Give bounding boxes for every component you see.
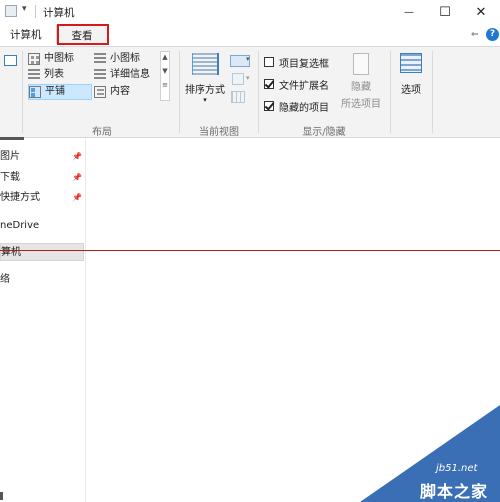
hidden-items-option[interactable]: 隐藏的项目 <box>264 95 344 117</box>
nav-item-onedrive-label: neDrive <box>0 220 40 231</box>
content-icon <box>94 86 106 98</box>
nav-item-partial[interactable] <box>0 135 30 143</box>
add-columns-chevron-icon[interactable]: ▾ <box>246 74 250 82</box>
list-icon <box>28 69 40 81</box>
hide-label: 隐藏 <box>351 82 371 93</box>
file-extensions-checkbox[interactable] <box>264 79 274 89</box>
layout-tiles[interactable]: 平铺 <box>28 84 92 100</box>
collapse-ribbon-icon[interactable]: ⇐ <box>471 30 479 40</box>
preview-pane-icon[interactable] <box>4 55 17 66</box>
layout-content[interactable]: 内容 <box>94 84 164 100</box>
layout-small-icons[interactable]: 小图标 <box>94 51 164 67</box>
window-title: 计算机 <box>43 7 75 19</box>
nav-item-downloads-label: 下载 <box>0 172 20 183</box>
hide-selected-icon <box>353 53 369 75</box>
layout-list[interactable]: 列表 <box>28 67 92 83</box>
show-hide-group-label: 显示/隐藏 <box>302 127 346 138</box>
layout-scrollbar[interactable]: ▲ ▼ ≡ <box>160 51 170 101</box>
pin-icon[interactable]: 📌 <box>72 170 82 186</box>
watermark-site: jb51.net <box>436 463 478 474</box>
title-separator <box>35 5 36 18</box>
group-by-chevron-icon[interactable]: ▾ <box>246 55 250 63</box>
group-separator <box>22 51 23 133</box>
navigation-pane: 图片 📌 下载 📌 快捷方式 📌 neDrive 算机 络 <box>0 137 86 502</box>
hide-sub-label: 所选项目 <box>341 99 381 110</box>
pin-icon[interactable]: 📌 <box>72 190 82 206</box>
layout-group-label: 布局 <box>92 127 112 138</box>
layout-medium-icons[interactable]: 中图标 <box>28 51 92 67</box>
file-extensions-label: 文件扩展名 <box>279 80 329 92</box>
ribbon-panel: 中图标 小图标 列表 详细信息 平铺 内容 ▲ ▼ ≡ 布局 排序方式 ▾ ▾ … <box>0 46 500 138</box>
add-columns-button[interactable] <box>232 73 244 85</box>
watermark-name: 脚本之家 <box>420 482 489 501</box>
folder-icon <box>5 5 17 17</box>
small-icons-icon <box>94 53 106 65</box>
tab-highlight-box <box>57 24 109 45</box>
nav-item-onedrive[interactable]: neDrive <box>0 218 86 234</box>
group-separator <box>179 51 180 133</box>
layout-list-label: 列表 <box>44 69 64 80</box>
nav-item-pictures[interactable]: 图片 📌 <box>0 149 86 165</box>
group-separator <box>432 51 433 133</box>
maximize-button[interactable]: ☐ <box>428 0 462 24</box>
nav-item-downloads[interactable]: 下载 📌 <box>0 170 86 186</box>
tab-computer[interactable]: 计算机 <box>4 25 48 45</box>
nav-item-pictures-label: 图片 <box>0 151 20 162</box>
show-hide-options: 项目复选框 文件扩展名 隐藏的项目 <box>264 51 344 117</box>
group-separator <box>258 51 259 133</box>
quick-access-dropdown-icon[interactable]: ▾ <box>22 4 27 14</box>
item-checkboxes-label: 项目复选框 <box>279 58 329 70</box>
options-icon <box>400 53 422 73</box>
layout-medium-icons-label: 中图标 <box>44 53 74 64</box>
hide-selected-button[interactable]: 隐藏 所选项目 <box>338 53 384 115</box>
layout-details-label: 详细信息 <box>110 69 150 80</box>
nav-item-shortcuts-label: 快捷方式 <box>0 192 40 203</box>
size-columns-button[interactable] <box>231 91 245 103</box>
annotation-line <box>0 250 500 251</box>
sort-by-button[interactable]: 排序方式 ▾ <box>184 53 226 107</box>
layout-tiles-label: 平铺 <box>45 86 65 97</box>
pin-icon[interactable]: 📌 <box>72 149 82 165</box>
nav-partial-text <box>0 137 24 140</box>
item-checkboxes-option[interactable]: 项目复选框 <box>264 51 344 73</box>
nav-bottom-marker <box>0 492 3 500</box>
layout-content-label: 内容 <box>110 86 130 97</box>
details-icon <box>94 69 106 81</box>
nav-item-network-label: 络 <box>0 274 10 285</box>
hidden-items-checkbox[interactable] <box>264 101 274 111</box>
item-checkboxes-checkbox[interactable] <box>264 57 274 67</box>
sort-by-icon <box>191 53 219 75</box>
current-view-group-label: 当前视图 <box>199 127 239 138</box>
scroll-up-icon[interactable]: ▲ <box>161 52 169 62</box>
nav-item-computer-label: 算机 <box>1 247 21 258</box>
hidden-items-label: 隐藏的项目 <box>279 102 329 114</box>
sort-by-chevron-icon: ▾ <box>203 96 207 104</box>
medium-icons-icon <box>28 53 40 65</box>
group-separator <box>390 51 391 133</box>
sort-by-label: 排序方式 <box>185 85 225 96</box>
minimize-button[interactable]: — <box>392 0 426 24</box>
nav-item-computer[interactable]: 算机 <box>0 243 84 261</box>
file-extensions-option[interactable]: 文件扩展名 <box>264 73 344 95</box>
options-button[interactable]: 选项 <box>394 53 428 105</box>
options-label: 选项 <box>401 85 421 96</box>
nav-item-network[interactable]: 络 <box>0 272 86 288</box>
scroll-more-icon[interactable]: ≡ <box>161 80 169 90</box>
tiles-icon <box>29 86 41 98</box>
layout-group: 中图标 小图标 列表 详细信息 平铺 内容 ▲ ▼ ≡ <box>28 51 176 113</box>
layout-small-icons-label: 小图标 <box>110 53 140 64</box>
scroll-down-icon[interactable]: ▼ <box>161 66 169 76</box>
title-bar: ▾ 计算机 — ☐ ✕ <box>0 0 500 24</box>
help-icon[interactable]: ? <box>486 28 499 41</box>
layout-details[interactable]: 详细信息 <box>94 67 164 83</box>
nav-item-shortcuts[interactable]: 快捷方式 📌 <box>0 190 86 206</box>
close-button[interactable]: ✕ <box>464 0 498 24</box>
